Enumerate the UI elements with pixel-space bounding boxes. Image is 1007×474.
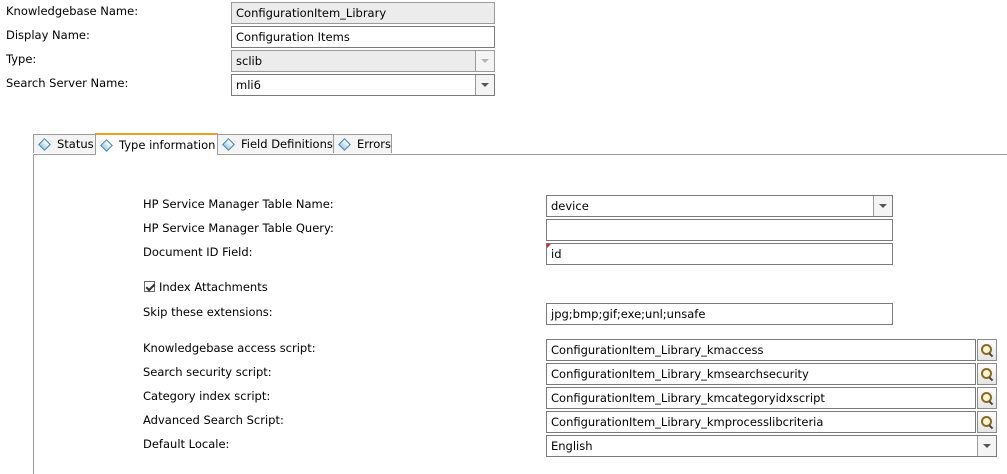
tab-errors[interactable]: Errors: [333, 134, 392, 153]
tab-field-definitions[interactable]: Field Definitions: [217, 134, 334, 153]
kb-name-field[interactable]: ConfigurationItem_Library: [231, 2, 495, 24]
tab-label: Field Definitions: [241, 137, 333, 151]
search-server-select[interactable]: mli6: [231, 74, 495, 96]
kb-name-label: Knowledgebase Name:: [6, 4, 139, 18]
index-attachments-checkbox[interactable]: [144, 281, 155, 292]
chevron-down-icon[interactable]: [475, 75, 494, 95]
table-name-select[interactable]: device: [546, 195, 893, 217]
type-label: Type:: [6, 52, 37, 66]
kb-access-lookup-button[interactable]: [977, 339, 997, 361]
advanced-search-script-label: Advanced Search Script:: [143, 413, 284, 427]
default-locale-label: Default Locale:: [143, 437, 230, 451]
kb-name-value: ConfigurationItem_Library: [236, 6, 387, 20]
default-locale-value: English: [551, 439, 593, 453]
search-security-script-label: Search security script:: [143, 365, 272, 379]
search-security-script-input[interactable]: ConfigurationItem_Library_kmsearchsecuri…: [546, 363, 976, 385]
diamond-icon: [338, 137, 351, 151]
kb-access-script-input[interactable]: ConfigurationItem_Library_kmaccess: [546, 339, 976, 361]
display-name-label: Display Name:: [6, 28, 90, 42]
chevron-down-icon: [475, 51, 494, 71]
skip-extensions-input[interactable]: jpg;bmp;gif;exe;unl;unsafe: [546, 303, 893, 325]
category-index-script-value: ConfigurationItem_Library_kmcategoryidxs…: [551, 391, 825, 405]
chevron-down-icon[interactable]: [977, 436, 996, 456]
advanced-search-script-value: ConfigurationItem_Library_kmprocesslibcr…: [551, 415, 824, 429]
doc-id-label: Document ID Field:: [143, 245, 253, 259]
display-name-value: Configuration Items: [236, 30, 350, 44]
kb-access-script-label: Knowledgebase access script:: [143, 341, 316, 355]
type-value: sclib: [236, 54, 263, 68]
advanced-search-script-input[interactable]: ConfigurationItem_Library_kmprocesslibcr…: [546, 411, 976, 433]
skip-extensions-label: Skip these extensions:: [143, 305, 273, 319]
search-server-value: mli6: [236, 78, 261, 92]
diamond-icon: [38, 137, 51, 151]
kb-access-script-value: ConfigurationItem_Library_kmaccess: [551, 343, 764, 357]
type-select[interactable]: sclib: [231, 50, 495, 72]
magnifier-icon: [981, 368, 994, 382]
tab-type-information[interactable]: Type information: [95, 133, 218, 155]
table-query-label: HP Service Manager Table Query:: [143, 221, 334, 235]
table-name-label: HP Service Manager Table Name:: [143, 197, 334, 211]
chevron-down-icon[interactable]: [873, 196, 892, 216]
table-query-input[interactable]: [546, 219, 893, 241]
doc-id-input[interactable]: id: [546, 243, 893, 265]
search-security-script-value: ConfigurationItem_Library_kmsearchsecuri…: [551, 367, 809, 381]
magnifier-icon: [981, 392, 994, 406]
category-index-script-input[interactable]: ConfigurationItem_Library_kmcategoryidxs…: [546, 387, 976, 409]
display-name-field[interactable]: Configuration Items: [231, 26, 495, 48]
category-index-lookup-button[interactable]: [977, 387, 997, 409]
default-locale-select[interactable]: English: [546, 435, 997, 457]
magnifier-icon: [981, 344, 994, 358]
search-server-label: Search Server Name:: [6, 76, 129, 90]
table-name-value: device: [551, 199, 589, 213]
category-index-script-label: Category index script:: [143, 389, 271, 403]
tab-label: Type information: [119, 138, 216, 152]
diamond-icon: [100, 138, 113, 152]
tab-label: Errors: [357, 137, 392, 151]
tab-label: Status: [57, 137, 94, 151]
magnifier-icon: [981, 416, 994, 430]
skip-extensions-value: jpg;bmp;gif;exe;unl;unsafe: [551, 307, 706, 321]
index-attachments-label: Index Attachments: [159, 280, 268, 294]
doc-id-value: id: [551, 247, 562, 261]
search-security-lookup-button[interactable]: [977, 363, 997, 385]
advanced-search-lookup-button[interactable]: [977, 411, 997, 433]
diamond-icon: [222, 137, 235, 151]
tab-status[interactable]: Status: [33, 134, 96, 153]
